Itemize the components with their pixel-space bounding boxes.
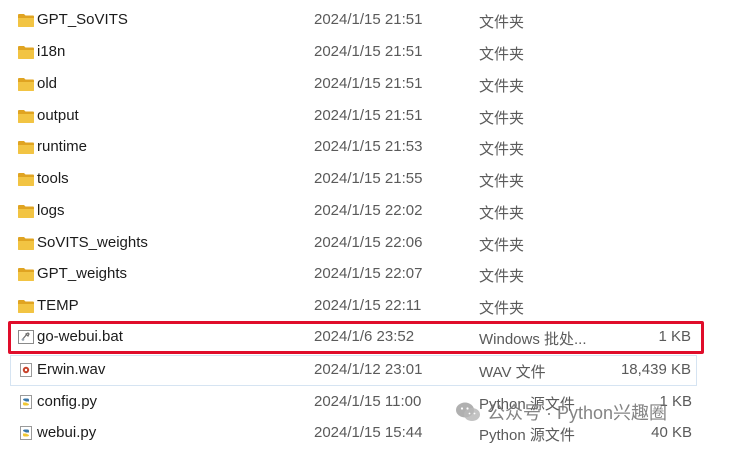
file-date: 2024/1/15 22:06 [314,234,423,251]
file-name: output [37,107,79,124]
folder-icon [18,300,34,313]
file-name: GPT_SoVITS [37,11,128,28]
file-date: 2024/1/15 21:51 [314,11,423,28]
folder-icon [18,237,34,250]
file-size: 40 KB [651,424,692,441]
file-type: 文件夹 [479,268,525,285]
list-item[interactable]: logs 2024/1/15 22:02 文件夹 [0,196,730,227]
file-name: runtime [37,138,88,155]
folder-icon [18,110,34,123]
list-item[interactable]: GPT_weights 2024/1/15 22:07 文件夹 [0,259,730,290]
list-item[interactable]: TEMP 2024/1/15 22:11 文件夹 [0,291,730,322]
file-date: 2024/1/15 22:07 [314,265,423,282]
file-date: 2024/1/15 21:55 [314,170,423,187]
list-item[interactable]: GPT_SoVITS 2024/1/15 21:51 文件夹 [0,5,730,36]
wechat-icon [456,402,480,421]
folder-icon [18,173,34,186]
file-name: TEMP [37,297,79,314]
list-item[interactable]: Erwin.wav 2024/1/12 23:01 WAV 文件 18,439 … [10,355,697,386]
python-file-icon [20,395,32,409]
file-name: i18n [37,43,66,60]
file-type: 文件夹 [479,237,525,254]
file-type: WAV 文件 [479,364,546,381]
file-name: webui.py [37,424,97,441]
file-type: 文件夹 [479,110,525,127]
file-date: 2024/1/15 22:11 [314,297,422,314]
watermark: 公众号 · Python兴趣圈 [455,398,667,426]
folder-icon [18,205,34,218]
file-size: 18,439 KB [620,361,691,378]
file-type: Python 源文件 [479,427,575,444]
list-item[interactable]: tools 2024/1/15 21:55 文件夹 [0,164,730,195]
folder-icon [18,14,34,27]
file-size: 1 KB [658,328,691,345]
file-date: 2024/1/15 11:00 [314,393,422,410]
file-date: 2024/1/6 23:52 [314,328,415,345]
list-item[interactable]: output 2024/1/15 21:51 文件夹 [0,101,730,132]
folder-icon [18,141,34,154]
file-type: 文件夹 [479,173,525,190]
file-type: 文件夹 [479,141,525,158]
file-name: Erwin.wav [37,361,106,378]
file-name: GPT_weights [37,265,128,282]
python-file-icon [20,426,32,440]
file-name: tools [37,170,69,187]
file-name: logs [37,202,65,219]
file-date: 2024/1/15 22:02 [314,202,423,219]
folder-icon [18,268,34,281]
list-item-selected[interactable]: go-webui.bat 2024/1/6 23:52 Windows 批处..… [8,321,704,354]
file-name: SoVITS_weights [37,234,148,251]
list-item[interactable]: old 2024/1/15 21:51 文件夹 [0,69,730,100]
file-name: go-webui.bat [37,328,123,345]
file-type: 文件夹 [479,205,525,222]
file-type: 文件夹 [479,46,525,63]
file-type: 文件夹 [479,14,525,31]
file-date: 2024/1/15 21:51 [314,75,423,92]
file-date: 2024/1/15 15:44 [314,424,423,441]
file-type: 文件夹 [479,78,525,95]
file-name: old [37,75,58,92]
file-type: Windows 批处... [479,331,587,348]
list-item[interactable]: i18n 2024/1/15 21:51 文件夹 [0,37,730,68]
audio-file-icon [20,363,32,377]
folder-icon [18,78,34,91]
file-date: 2024/1/15 21:53 [314,138,423,155]
file-date: 2024/1/15 21:51 [314,43,423,60]
list-item[interactable]: runtime 2024/1/15 21:53 文件夹 [0,132,730,163]
folder-icon [18,46,34,59]
file-date: 2024/1/12 23:01 [314,361,423,378]
file-name: config.py [37,393,98,410]
file-date: 2024/1/15 21:51 [314,107,423,124]
batch-file-icon [18,330,34,344]
watermark-text: 公众号 · Python兴趣圈 [487,403,668,423]
file-type: 文件夹 [479,300,525,317]
list-item[interactable]: SoVITS_weights 2024/1/15 22:06 文件夹 [0,228,730,259]
